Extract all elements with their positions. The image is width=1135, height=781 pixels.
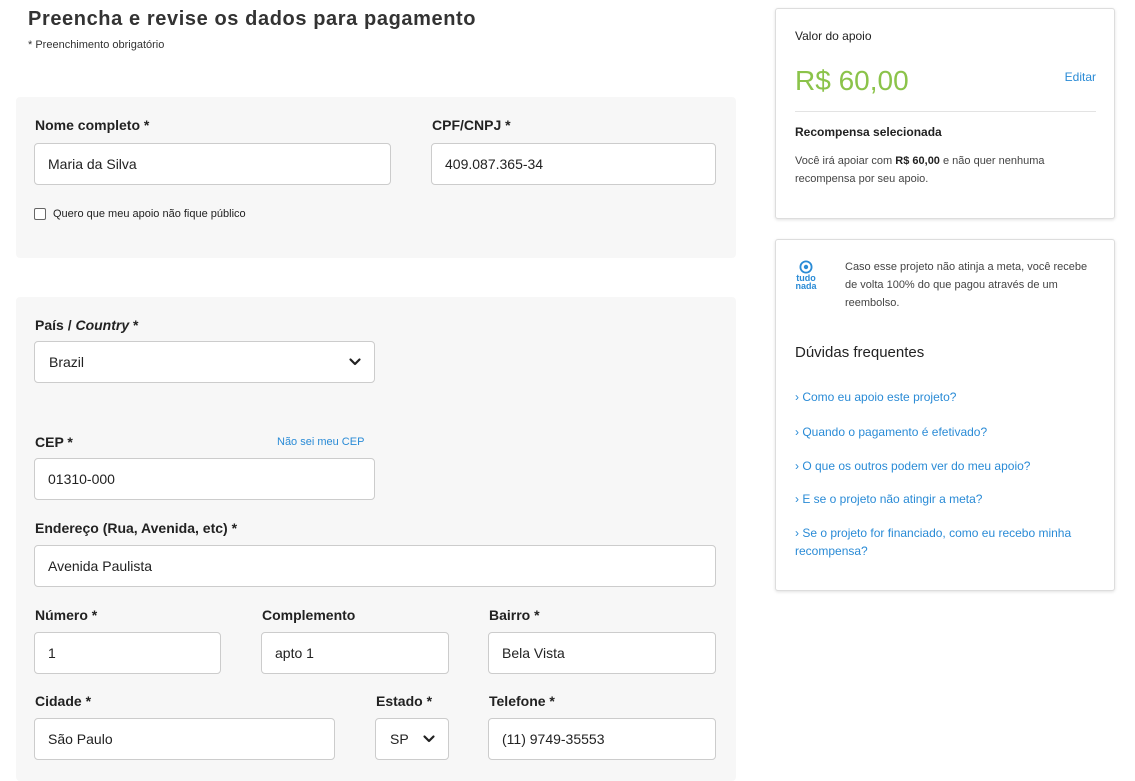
- faq-link[interactable]: › Quando o pagamento é efetivado?: [795, 423, 1095, 441]
- refund-guarantee-text: Caso esse projeto não atinja a meta, voc…: [845, 261, 1088, 309]
- faq-link[interactable]: › E se o projeto não atingir a meta?: [795, 490, 1095, 508]
- tudo-nada-logo-icon: tudo nada: [795, 260, 817, 291]
- faq-link[interactable]: › Como eu apoio este projeto?: [795, 388, 1095, 406]
- target-icon: [799, 260, 813, 274]
- page-title: Preencha e revise os dados para pagament…: [28, 8, 477, 30]
- phone-input[interactable]: [488, 718, 716, 760]
- complement-label: Complemento: [262, 607, 356, 623]
- state-label: Estado *: [376, 693, 433, 709]
- reward-amount: R$ 60,00: [895, 155, 940, 167]
- logo-word-nada: nada: [795, 281, 817, 291]
- state-selected-value: SP: [390, 731, 409, 747]
- divider: [795, 111, 1096, 112]
- number-input[interactable]: [34, 632, 221, 674]
- country-selected-value: Brazil: [49, 354, 85, 370]
- faq-title: Dúvidas frequentes: [795, 344, 925, 361]
- amount-label: Valor do apoio: [795, 29, 872, 43]
- amount-value: R$ 60,00: [795, 65, 909, 96]
- cpf-input[interactable]: [431, 143, 716, 185]
- faq-link[interactable]: › O que os outros podem ver do meu apoio…: [795, 457, 1095, 475]
- anonymous-label: Quero que meu apoio não fique público: [53, 208, 246, 220]
- phone-label: Telefone *: [489, 693, 555, 709]
- city-input[interactable]: [34, 718, 335, 760]
- support-summary-card: Valor do apoio R$ 60,00 Editar Recompens…: [775, 8, 1115, 219]
- cep-label: CEP *: [35, 434, 73, 450]
- cpf-label: CPF/CNPJ *: [432, 117, 511, 133]
- district-input[interactable]: [488, 632, 716, 674]
- complement-input[interactable]: [261, 632, 449, 674]
- country-label-required: *: [129, 317, 139, 333]
- country-label: País / Country *: [35, 317, 138, 333]
- city-label: Cidade *: [35, 693, 92, 709]
- reward-description: Você irá apoiar com R$ 60,00 e não quer …: [795, 152, 1100, 188]
- help-card: tudo nada Caso esse projeto não atinja a…: [775, 239, 1115, 591]
- district-label: Bairro *: [489, 607, 540, 623]
- state-select[interactable]: SP: [375, 718, 449, 760]
- number-label: Número *: [35, 607, 98, 623]
- chevron-down-icon: [423, 735, 435, 743]
- cep-input[interactable]: [34, 458, 375, 500]
- unknown-cep-link[interactable]: Não sei meu CEP: [277, 436, 364, 448]
- country-label-prefix: País /: [35, 317, 76, 333]
- street-label: Endereço (Rua, Avenida, etc) *: [35, 520, 238, 536]
- chevron-down-icon: [349, 358, 361, 366]
- country-label-english: Country: [75, 317, 130, 333]
- edit-amount-link[interactable]: Editar: [1065, 70, 1096, 84]
- street-input[interactable]: [34, 545, 716, 587]
- name-input[interactable]: [34, 143, 391, 185]
- required-note: * Preenchimento obrigatório: [28, 39, 165, 51]
- name-label: Nome completo *: [35, 117, 150, 133]
- reward-title: Recompensa selecionada: [795, 125, 942, 139]
- anonymous-checkbox[interactable]: [34, 208, 46, 220]
- country-select[interactable]: Brazil: [34, 341, 375, 383]
- faq-link[interactable]: › Se o projeto for financiado, como eu r…: [795, 524, 1095, 560]
- anonymous-option[interactable]: Quero que meu apoio não fique público: [34, 208, 246, 220]
- reward-text-start: Você irá apoiar com: [795, 155, 896, 167]
